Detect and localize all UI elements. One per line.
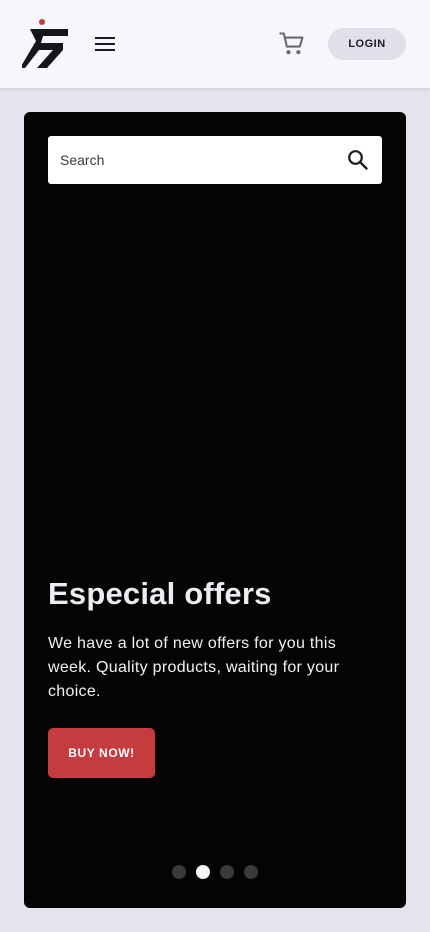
carousel-indicators — [24, 865, 406, 879]
search-bar — [48, 136, 382, 184]
hero-title: Especial offers — [48, 576, 272, 611]
hero-carousel: Especial offers We have a lot of new off… — [24, 112, 406, 908]
carousel-dot-4[interactable] — [244, 865, 258, 879]
login-button[interactable]: LOGIN — [328, 28, 406, 60]
carousel-dot-1[interactable] — [172, 865, 186, 879]
buy-now-button[interactable]: BUY NOW! — [48, 728, 155, 778]
hero-description: We have a lot of new offers for you this… — [48, 635, 340, 700]
brand-logo[interactable] — [20, 18, 72, 70]
carousel-dot-3[interactable] — [220, 865, 234, 879]
carousel-dot-2[interactable] — [196, 865, 210, 879]
hamburger-menu-icon[interactable] — [92, 32, 118, 56]
app-header: LOGIN — [0, 0, 430, 88]
shopping-cart-icon[interactable] — [278, 30, 306, 58]
search-icon[interactable] — [346, 148, 370, 172]
search-input[interactable] — [48, 136, 338, 184]
